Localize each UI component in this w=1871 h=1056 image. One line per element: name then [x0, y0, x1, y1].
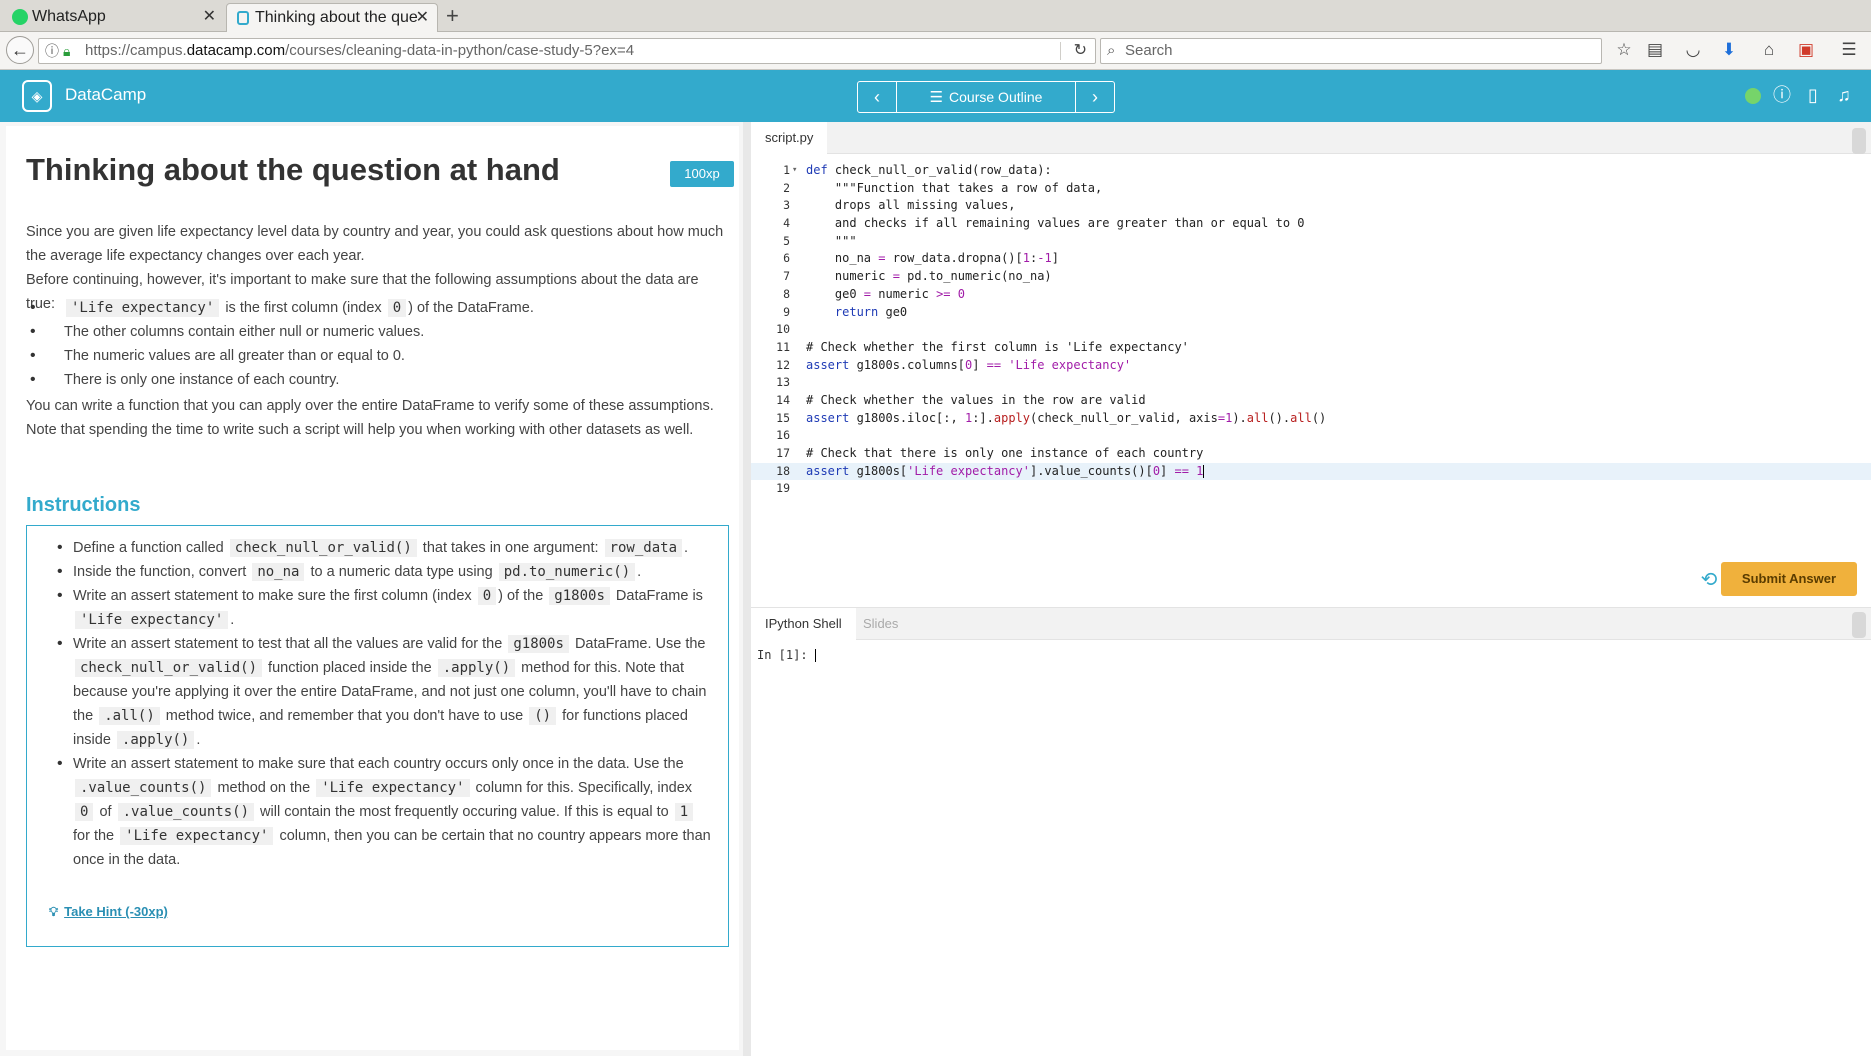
- next-exercise-button[interactable]: ›: [1076, 82, 1114, 112]
- instruction-item: Write an assert statement to make sure t…: [53, 752, 714, 872]
- fold-arrow-icon[interactable]: ▾: [792, 162, 797, 180]
- browser-nav-bar: ← ⓘ 🔒︎ https://campus.datacamp.com/cours…: [0, 32, 1871, 70]
- code-line: 10: [776, 322, 790, 337]
- home-icon[interactable]: ⌂: [1758, 40, 1780, 60]
- code-line: 7 numeric = pd.to_numeric(no_na): [783, 269, 1052, 284]
- browser-tab-whatsapp[interactable]: WhatsApp ✕: [4, 3, 224, 32]
- shell-cursor: [814, 649, 816, 662]
- chevron-right-icon: ›: [1092, 87, 1098, 107]
- browser-tab-bar: WhatsApp ✕ Thinking about the que ✕ +: [0, 0, 1871, 32]
- code-area[interactable]: 1 ▾ def check_null_or_valid(row_data): 2 "…: [751, 162, 1871, 498]
- shell-scrollbar[interactable]: [1852, 612, 1866, 638]
- code-line: 11 # Check whether the first column is 'L…: [776, 339, 1189, 354]
- shell-prompt[interactable]: In [1]:: [757, 648, 816, 662]
- code-line: 4 and checks if all remaining values are…: [783, 216, 1305, 231]
- assumptions-list: 'Life expectancy' is the first column (i…: [26, 296, 726, 392]
- tab-ipython-shell[interactable]: IPython Shell: [751, 608, 856, 640]
- tab-script-py[interactable]: script.py: [751, 122, 828, 154]
- url-text: https://campus.datacamp.com/courses/clea…: [85, 42, 635, 59]
- instruction-item: Define a function called check_null_or_v…: [53, 536, 714, 560]
- tab-title: Thinking about the que: [255, 9, 418, 26]
- text-cursor: [1203, 464, 1205, 478]
- extension-icon[interactable]: ▣: [1795, 40, 1817, 60]
- url-bar[interactable]: ⓘ 🔒︎ https://campus.datacamp.com/courses…: [38, 38, 1096, 64]
- code-line: 2 """Function that takes a row of data,: [783, 180, 1103, 195]
- datacamp-favicon-icon: [237, 11, 249, 25]
- status-indicator: [1745, 88, 1761, 104]
- datacamp-logo-icon[interactable]: ◈: [22, 80, 52, 112]
- close-tab-icon[interactable]: ✕: [416, 4, 429, 32]
- code-line: 13: [776, 375, 790, 390]
- feedback-icon[interactable]: ⓘ: [1771, 84, 1793, 106]
- info-icon[interactable]: ⓘ: [45, 39, 59, 63]
- instructions-heading: Instructions: [26, 494, 141, 516]
- url-separator: [1060, 42, 1061, 60]
- ipython-shell-panel: IPython Shell Slides In [1]:: [751, 607, 1871, 1056]
- instructions-box: Define a function called check_null_or_v…: [26, 525, 729, 947]
- code-line: 5 """: [783, 233, 857, 248]
- exercise-panel: Thinking about the question at hand 100x…: [0, 122, 743, 1056]
- code-line: 19: [776, 481, 790, 496]
- list-icon: ☰: [929, 89, 944, 106]
- pdf-slides-icon[interactable]: ▯: [1802, 84, 1824, 106]
- browser-tab-datacamp[interactable]: Thinking about the que ✕: [226, 3, 438, 32]
- code-line: 12 assert g1800s.columns[0] == 'Life expe…: [776, 357, 1132, 372]
- reset-code-icon[interactable]: ⟲: [1697, 568, 1721, 592]
- panel-divider[interactable]: [743, 122, 751, 1056]
- whatsapp-icon: [12, 9, 28, 25]
- datacamp-header: ◈ DataCamp ‹ ☰ Course Outline › ⓘ ▯ ♫: [0, 70, 1871, 122]
- list-item: 'Life expectancy' is the first column (i…: [26, 296, 726, 320]
- instruction-item: Inside the function, convert no_na to a …: [53, 560, 714, 584]
- code-line: 6 no_na = row_data.dropna()[1:-1]: [783, 251, 1059, 266]
- lock-icon: 🔒︎: [63, 43, 71, 59]
- course-navigation: ‹ ☰ Course Outline ›: [857, 81, 1115, 113]
- code-line: 3 drops all missing values,: [783, 198, 1016, 213]
- code-line: 17 # Check that there is only one instanc…: [776, 446, 1204, 460]
- submit-answer-button[interactable]: Submit Answer: [1721, 562, 1857, 596]
- editor-scrollbar[interactable]: [1852, 128, 1866, 154]
- code-line: 14 # Check whether the values in the row …: [776, 392, 1146, 407]
- brand-name[interactable]: DataCamp: [65, 85, 146, 105]
- context-paragraph-3: You can write a function that you can ap…: [26, 398, 714, 438]
- search-placeholder: Search: [1125, 42, 1173, 59]
- code-line: 8 ge0 = numeric >= 0: [783, 286, 965, 301]
- lightbulb-icon: 💡︎: [49, 904, 59, 919]
- code-line-active: 18 assert g1800s['Life expectancy'].value…: [751, 462, 1871, 481]
- list-item: The numeric values are all greater than …: [26, 344, 726, 368]
- tab-title: WhatsApp: [32, 8, 106, 25]
- code-line: 16: [776, 428, 790, 443]
- code-line: 15 assert g1800s.iloc[:, 1:].apply(check_…: [776, 410, 1327, 425]
- course-outline-label: Course Outline: [949, 89, 1043, 105]
- search-bar[interactable]: ⌕ Search: [1100, 38, 1602, 64]
- instruction-item: Write an assert statement to make sure t…: [53, 584, 714, 632]
- new-tab-icon[interactable]: +: [446, 2, 459, 30]
- menu-hamburger-icon[interactable]: ☰: [1838, 40, 1860, 60]
- xp-badge: 100xp: [670, 161, 734, 187]
- list-item: The other columns contain either null or…: [26, 320, 726, 344]
- reading-list-icon[interactable]: ▤: [1644, 40, 1666, 60]
- console-tabs: IPython Shell Slides: [751, 608, 1871, 640]
- bookmark-star-icon[interactable]: ☆: [1613, 40, 1635, 60]
- code-line: 1 ▾ def check_null_or_valid(row_data):: [751, 162, 1871, 180]
- close-tab-icon[interactable]: ✕: [203, 3, 216, 31]
- course-outline-button[interactable]: ☰ Course Outline: [896, 82, 1076, 112]
- back-arrow-icon[interactable]: ←: [6, 36, 34, 64]
- code-editor-panel: script.py 1 ▾ def check_null_or_valid(row_…: [751, 122, 1871, 602]
- reload-icon[interactable]: ↻: [1074, 39, 1087, 63]
- exercise-card: Thinking about the question at hand 100x…: [6, 126, 739, 1050]
- download-icon[interactable]: ⬇: [1718, 40, 1740, 60]
- exercise-title: Thinking about the question at hand: [26, 152, 560, 187]
- code-line: 9 return ge0: [783, 304, 908, 319]
- editor-tabs: script.py: [751, 122, 1871, 154]
- chevron-left-icon: ‹: [874, 87, 880, 107]
- pocket-icon[interactable]: ◡: [1682, 40, 1704, 60]
- tab-slides[interactable]: Slides: [849, 608, 912, 640]
- previous-exercise-button[interactable]: ‹: [858, 82, 896, 112]
- take-hint-link[interactable]: 💡︎ Take Hint (-30xp): [49, 900, 168, 924]
- context-paragraph-1: Since you are given life expectancy leve…: [26, 224, 724, 264]
- instruction-item: Write an assert statement to test that a…: [53, 632, 714, 752]
- search-icon: ⌕: [1107, 42, 1116, 59]
- list-item: There is only one instance of each count…: [26, 368, 726, 392]
- notification-bell-icon[interactable]: ♫: [1833, 84, 1855, 106]
